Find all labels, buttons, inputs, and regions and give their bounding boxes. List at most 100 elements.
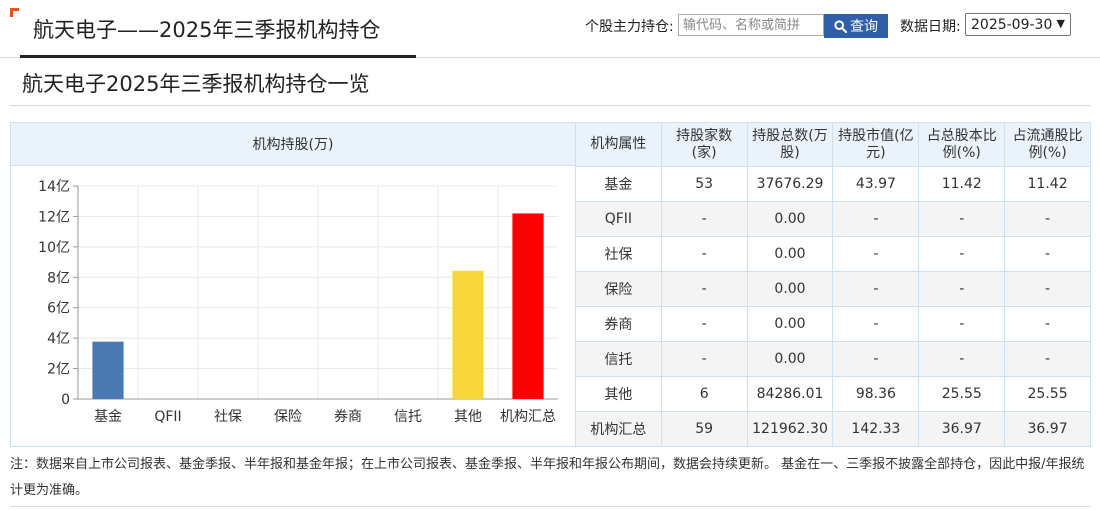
footnote: 注：数据来自上市公司报表、基金季报、半年报和基金年报；在上市公司报表、基金季报、…	[10, 457, 1085, 498]
y-tick-label: 6亿	[47, 301, 70, 317]
x-tick-label: 基金	[94, 408, 122, 425]
table-cell: -	[660, 271, 748, 307]
section-title: 航天电子2025年三季报机构持仓一览	[22, 72, 370, 96]
date-select-value: 2025-09-30	[971, 16, 1053, 33]
page-title: 航天电子——2025年三季报机构持仓	[33, 18, 381, 42]
bar	[512, 213, 544, 399]
table-cell: 11.42	[918, 166, 1006, 202]
table-cell: 11.42	[1004, 166, 1091, 202]
table-row-label: 基金	[575, 166, 662, 202]
table-row-label: 保险	[575, 271, 662, 307]
table-cell: -	[832, 341, 920, 377]
table-cell: 98.36	[832, 376, 920, 412]
table-header: 占流通股比例(%)	[1004, 122, 1091, 167]
search-input[interactable]	[678, 14, 824, 36]
table-header-row: 机构属性 持股家数(家) 持股总数(万股) 持股市值(亿元) 占总股本比例(%)…	[575, 122, 1091, 167]
table-cell: -	[918, 271, 1006, 307]
table-row-label: 社保	[575, 236, 662, 272]
table-cell: -	[918, 201, 1006, 237]
table-cell: 0.00	[746, 271, 834, 307]
table-cell: 25.55	[1004, 376, 1091, 412]
table-row: 券商 -0.00- - -	[575, 306, 1091, 342]
x-tick-label: 其他	[454, 409, 482, 425]
table-cell: -	[1004, 306, 1091, 342]
x-tick-label: 机构汇总	[500, 409, 556, 425]
table-cell: -	[918, 236, 1006, 272]
institution-holdings-bar-chart: 0 2亿 4亿 6亿 8亿 10亿 12亿 14亿基金 QFII 社保 保险 券商 信托 其他 机构汇总	[38, 179, 558, 425]
table-cell: -	[660, 201, 748, 237]
table-cell: -	[660, 306, 748, 342]
x-tick-label: 保险	[274, 409, 302, 425]
table-cell: 59	[660, 411, 748, 447]
date-select[interactable]: 2025-09-30 ▼	[965, 13, 1071, 36]
search-button[interactable]: 查询	[824, 14, 888, 38]
table-header: 持股市值(亿元)	[832, 122, 920, 167]
table-row: 基金 53 37676.29 43.97 11.42 11.42	[575, 166, 1091, 202]
x-tick-label: QFII	[154, 409, 181, 425]
corner-bracket-icon	[10, 8, 19, 17]
table-cell: -	[660, 341, 748, 377]
table-row-label: 其他	[575, 376, 662, 412]
table-cell: -	[832, 306, 920, 342]
search-label: 个股主力持仓:	[585, 19, 674, 35]
page-header: 航天电子——2025年三季报机构持仓 个股主力持仓: 查询 数据日期: 2025…	[0, 0, 1100, 58]
table-row: 其他 6 84286.01 98.36 25.55 25.55	[575, 376, 1091, 412]
table-cell: -	[1004, 236, 1091, 272]
table-row-label: QFII	[575, 201, 662, 237]
chevron-down-icon: ▼	[1056, 17, 1065, 30]
table-row: QFII -0.00- - -	[575, 201, 1091, 237]
bar	[452, 270, 484, 399]
table-header: 占总股本比例(%)	[918, 122, 1006, 167]
section-divider	[10, 105, 1091, 106]
y-tick-label: 10亿	[38, 240, 70, 256]
table-cell: -	[832, 236, 920, 272]
table-header: 持股总数(万股)	[746, 122, 834, 167]
title-underline	[20, 55, 416, 58]
date-label: 数据日期:	[900, 19, 961, 35]
y-tick-label: 14亿	[38, 179, 70, 195]
table-cell: 0.00	[746, 341, 834, 377]
x-tick-label: 券商	[334, 409, 362, 425]
y-tick-label: 2亿	[47, 362, 70, 378]
table-row: 信托 -0.00- - -	[575, 341, 1091, 377]
search-icon	[834, 19, 847, 33]
table-cell: 25.55	[918, 376, 1006, 412]
table-cell: -	[918, 341, 1006, 377]
table-cell: 0.00	[746, 236, 834, 272]
table-cell: -	[1004, 271, 1091, 307]
table-cell: 121962.30	[746, 411, 834, 447]
table-cell: -	[918, 306, 1006, 342]
table-cell: -	[1004, 341, 1091, 377]
table-header: 机构属性	[575, 122, 662, 167]
table-cell: 37676.29	[746, 166, 834, 202]
y-tick-label: 4亿	[47, 331, 70, 347]
y-tick-label: 8亿	[47, 270, 70, 286]
table-cell: 6	[660, 376, 748, 412]
table-cell: 43.97	[832, 166, 920, 202]
table-cell: 36.97	[918, 411, 1006, 447]
table-cell: -	[832, 201, 920, 237]
table-cell: 53	[660, 166, 748, 202]
table-cell: 36.97	[1004, 411, 1091, 447]
table-row-label: 机构汇总	[575, 411, 662, 447]
table-row-label: 券商	[575, 306, 662, 342]
table-header: 持股家数(家)	[660, 122, 748, 167]
y-tick-label: 12亿	[38, 209, 70, 225]
x-tick-label: 信托	[394, 409, 422, 425]
table-cell: 0.00	[746, 201, 834, 237]
y-tick-label: 0	[61, 392, 70, 408]
table-cell: -	[660, 236, 748, 272]
chart-panel: 机构持股(万) 0 2亿 4亿 6亿 8亿 10亿 12亿 14亿基金 QFII 社保 保险 券商 信托…	[10, 122, 576, 447]
bottom-divider	[10, 506, 1091, 507]
x-tick-label: 社保	[214, 409, 242, 425]
bar	[92, 341, 124, 399]
table-cell: 84286.01	[746, 376, 834, 412]
table-row: 机构汇总 59 121962.30 142.33 36.97 36.97	[575, 411, 1091, 447]
table-row: 保险 -0.00- - -	[575, 271, 1091, 307]
table-row-label: 信托	[575, 341, 662, 377]
search-button-label: 查询	[850, 18, 878, 34]
chart-heading: 机构持股(万)	[11, 123, 575, 166]
table-row: 社保 -0.00- - -	[575, 236, 1091, 272]
table-cell: 142.33	[832, 411, 920, 447]
table-cell: -	[1004, 201, 1091, 237]
